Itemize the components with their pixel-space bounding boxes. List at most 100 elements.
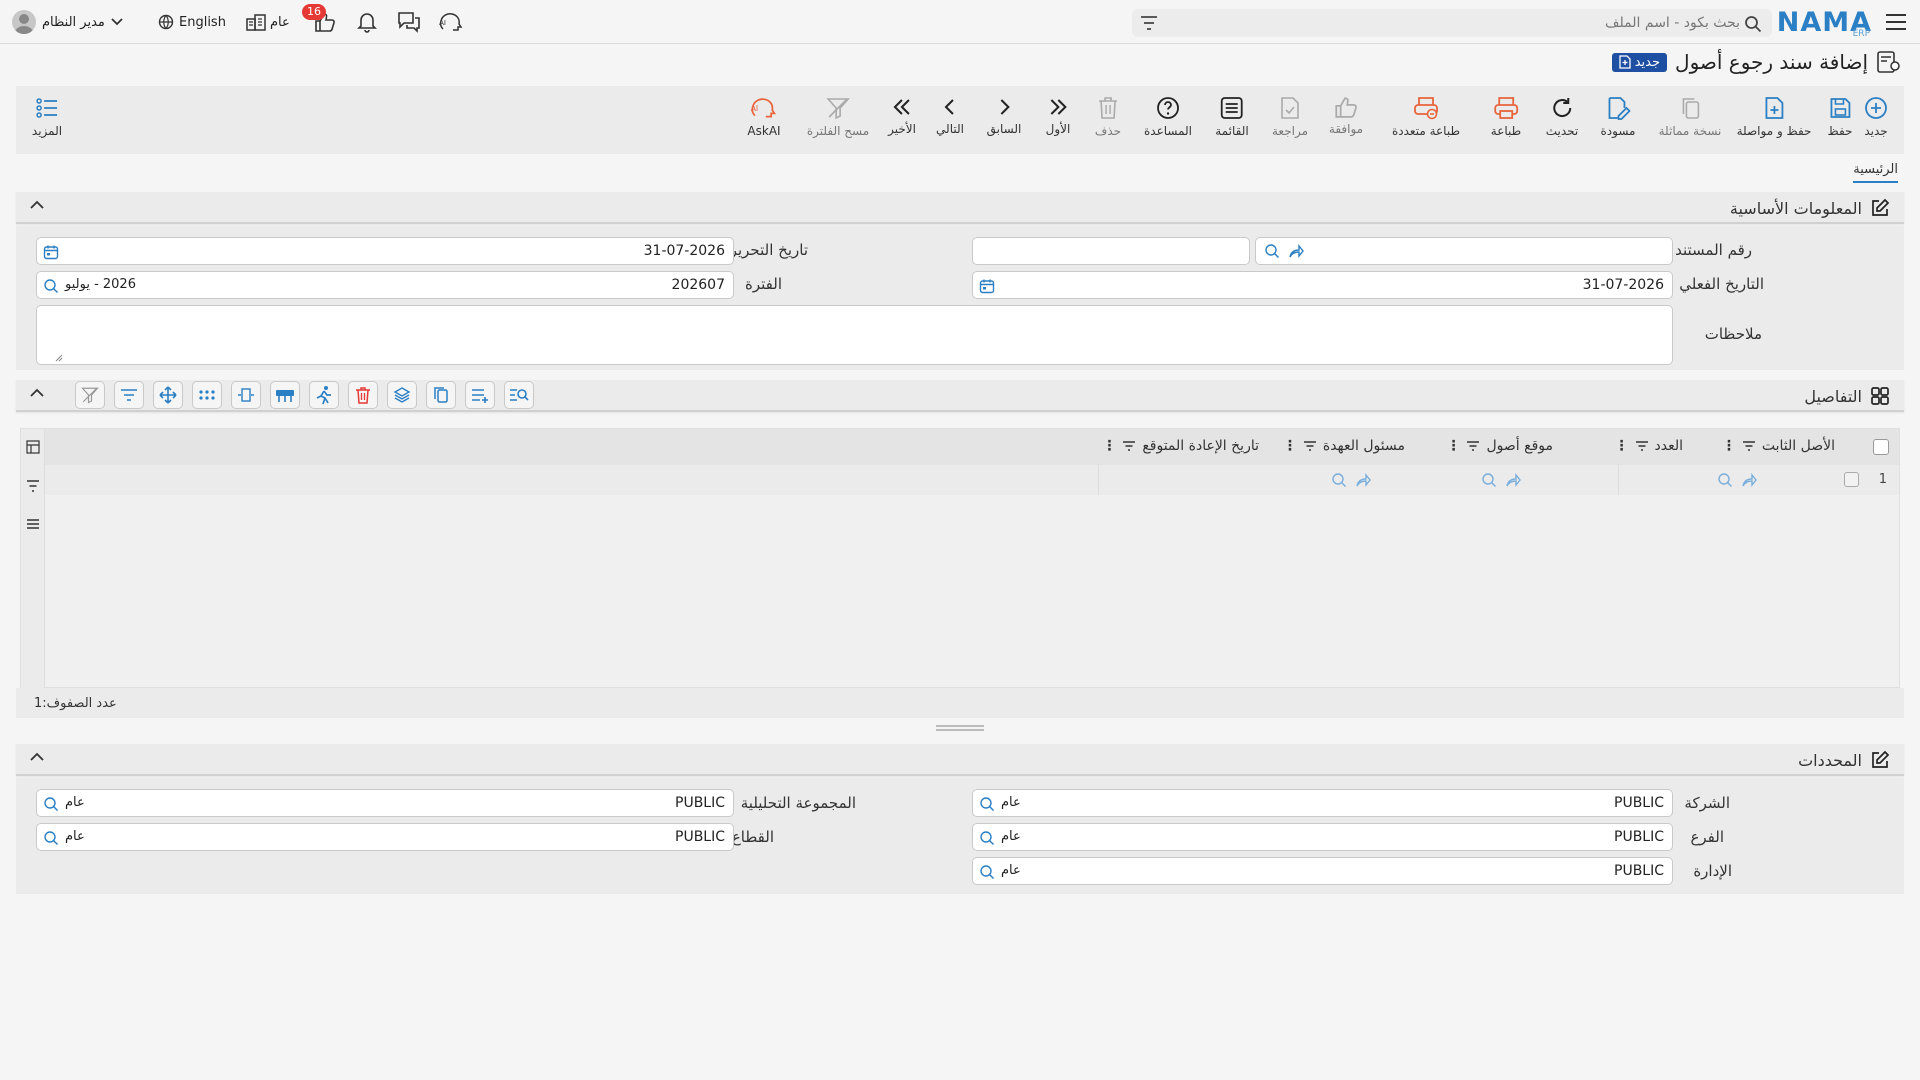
grid-view-button[interactable] xyxy=(192,381,222,409)
column-header-quantity[interactable]: العدد ⋮ xyxy=(1615,438,1684,454)
row-checkbox[interactable] xyxy=(1844,472,1859,487)
share-arrow-icon[interactable] xyxy=(1505,472,1521,488)
filter-icon[interactable] xyxy=(1635,440,1649,452)
doc-number-field[interactable] xyxy=(1255,237,1673,265)
column-menu-icon[interactable]: ⋮ xyxy=(1446,438,1460,454)
next-record-button[interactable]: التالي xyxy=(936,96,964,136)
share-arrow-icon[interactable] xyxy=(1355,472,1371,488)
search-refresh-icon[interactable] xyxy=(1717,472,1733,488)
help-button[interactable]: المساعدة xyxy=(1144,96,1192,138)
run-button[interactable] xyxy=(309,381,339,409)
new-button[interactable]: جديد xyxy=(1864,96,1888,138)
table-settings-button[interactable] xyxy=(270,381,300,409)
table-row[interactable]: 1 xyxy=(45,465,1899,495)
save-button[interactable]: حفظ xyxy=(1828,96,1852,138)
user-menu[interactable]: مدير النظام xyxy=(12,8,123,36)
search-refresh-icon[interactable] xyxy=(1264,243,1280,259)
search-refresh-icon[interactable] xyxy=(43,830,59,846)
company-field[interactable]: PUBLIC عام xyxy=(972,789,1673,817)
search-refresh-icon[interactable] xyxy=(979,796,995,812)
grid-side-tools xyxy=(21,429,45,689)
columns-icon[interactable] xyxy=(26,440,40,454)
search-refresh-icon[interactable] xyxy=(1331,472,1347,488)
column-menu-icon[interactable]: ⋮ xyxy=(1283,438,1297,454)
filter-icon[interactable] xyxy=(1303,440,1317,452)
approvals-button[interactable]: 16 xyxy=(302,4,338,35)
askai-button[interactable]: AI AskAI xyxy=(747,96,781,138)
department-field[interactable]: PUBLIC عام xyxy=(972,857,1673,885)
grid-search-button[interactable] xyxy=(504,381,534,409)
sort-filter-button[interactable] xyxy=(114,381,144,409)
filter-icon[interactable] xyxy=(26,479,40,493)
actual-date-field[interactable]: 31-07-2026 xyxy=(972,271,1673,299)
approve-button[interactable]: موافقة xyxy=(1329,96,1363,136)
menu-lines-icon[interactable] xyxy=(26,517,40,531)
filter-icon[interactable] xyxy=(1742,440,1756,452)
menu-icon[interactable] xyxy=(1884,10,1908,34)
add-rows-button[interactable] xyxy=(465,381,495,409)
nama-logo[interactable]: NAMA ERP xyxy=(1777,5,1872,40)
calendar-icon[interactable] xyxy=(979,278,995,294)
search-refresh-icon[interactable] xyxy=(979,830,995,846)
share-arrow-icon[interactable] xyxy=(1741,472,1757,488)
filter-icon[interactable] xyxy=(1122,440,1136,452)
messages-button[interactable] xyxy=(396,9,422,35)
notes-textarea[interactable] xyxy=(36,305,1673,365)
last-record-button[interactable]: الأخير xyxy=(888,96,916,136)
chevron-down-icon xyxy=(111,18,123,26)
tab-main[interactable]: الرئيسية xyxy=(1853,162,1898,183)
analytic-group-field[interactable]: PUBLIC عام xyxy=(36,789,734,817)
select-all-checkbox[interactable] xyxy=(1873,439,1889,455)
review-button[interactable]: مراجعة xyxy=(1272,96,1308,138)
column-menu-icon[interactable]: ⋮ xyxy=(1102,438,1116,454)
calendar-icon[interactable] xyxy=(43,244,59,260)
list-button[interactable]: القائمة xyxy=(1215,96,1249,138)
move-button[interactable] xyxy=(153,381,183,409)
language-switcher[interactable]: English xyxy=(158,8,226,36)
delete-rows-button[interactable] xyxy=(348,381,378,409)
period-field[interactable]: 202607 2026 - يوليو xyxy=(36,271,734,299)
filter-icon[interactable] xyxy=(1466,440,1480,452)
ai-assistant-button[interactable]: AI xyxy=(438,9,464,35)
edit-date-field[interactable]: 31-07-2026 xyxy=(36,237,734,265)
search-refresh-icon[interactable] xyxy=(979,864,995,880)
column-menu-icon[interactable]: ⋮ xyxy=(1615,438,1629,454)
first-record-button[interactable]: الأول xyxy=(1046,96,1070,136)
print-button[interactable]: طباعة xyxy=(1491,96,1521,138)
search-refresh-icon[interactable] xyxy=(43,796,59,812)
chat-icon xyxy=(398,12,420,33)
resize-handle-icon[interactable] xyxy=(55,354,63,362)
copy-rows-button[interactable] xyxy=(426,381,456,409)
column-width-button[interactable] xyxy=(231,381,261,409)
branch-field[interactable]: PUBLIC عام xyxy=(972,823,1673,851)
collapse-details-button[interactable] xyxy=(30,388,44,398)
column-header-fixed-asset[interactable]: الأصل الثابت ⋮ xyxy=(1722,438,1835,454)
filter-icon[interactable] xyxy=(1140,15,1158,31)
more-button[interactable]: المزيد xyxy=(32,96,62,138)
previous-record-button[interactable]: السابق xyxy=(987,96,1021,136)
clear-filter-button[interactable]: مسح الفلترة xyxy=(807,96,869,138)
column-menu-icon[interactable]: ⋮ xyxy=(1722,438,1736,454)
multi-print-button[interactable]: طباعة متعددة xyxy=(1392,96,1460,138)
doc-number-ref-field[interactable] xyxy=(972,237,1250,265)
sector-field[interactable]: PUBLIC عام xyxy=(36,823,734,851)
search-refresh-icon[interactable] xyxy=(43,278,59,294)
duplicate-button[interactable]: نسخة مماثلة xyxy=(1659,96,1721,138)
grid-resize-handle[interactable] xyxy=(936,724,984,732)
refresh-button[interactable]: تحديث xyxy=(1546,96,1578,138)
collapse-basic-info-button[interactable] xyxy=(30,200,44,210)
clear-grid-filter-button[interactable] xyxy=(75,381,105,409)
notifications-button[interactable] xyxy=(354,9,380,35)
layers-button[interactable] xyxy=(387,381,417,409)
save-continue-button[interactable]: حفظ و مواصلة xyxy=(1737,96,1811,138)
search-input[interactable] xyxy=(1180,9,1740,37)
delete-button[interactable]: حذف xyxy=(1095,96,1121,138)
column-header-custodian[interactable]: مسئول العهدة ⋮ xyxy=(1283,438,1405,454)
search-refresh-icon[interactable] xyxy=(1481,472,1497,488)
collapse-dimensions-button[interactable] xyxy=(30,752,44,762)
draft-button[interactable]: مسودة xyxy=(1601,96,1635,138)
column-header-asset-location[interactable]: موقع أصول ⋮ xyxy=(1446,438,1553,454)
company-switcher[interactable]: عام xyxy=(246,8,290,36)
column-header-return-date[interactable]: تاريخ الإعادة المتوقع ⋮ xyxy=(1102,438,1259,454)
share-arrow-icon[interactable] xyxy=(1288,243,1304,259)
